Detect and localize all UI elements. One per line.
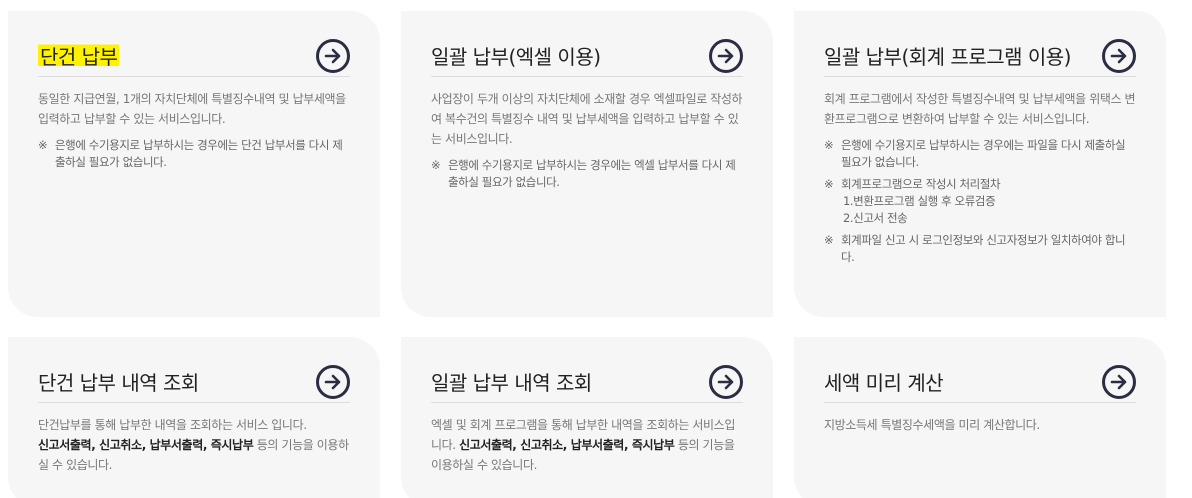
card-title: 일괄 납부(엑셀 이용) — [431, 45, 601, 69]
note-item: ※ 은행에 수기용지로 납부하시는 경우에는 파일을 다시 제출하실 필요가 없습… — [824, 138, 1126, 169]
card-single-payment: 단건 납부 동일한 지급연월, 1개의 자치단체에 특별징수내역 및 납부세액을… — [8, 11, 380, 317]
notes-list: ※ 은행에 수기용지로 납부하시는 경우에는 파일을 다시 제출하실 필요가 없습… — [824, 137, 1136, 266]
service-card-grid: 단건 납부 동일한 지급연월, 1개의 자치단체에 특별징수내역 및 납부세액을… — [0, 0, 1192, 498]
card-tax-precalculation: 세액 미리 계산 지방소득세 특별징수세액을 미리 계산합니다. — [794, 337, 1166, 498]
go-button[interactable] — [709, 38, 743, 73]
card-description: 단건납부를 통해 납부한 내역을 조회하는 서비스 입니다. 신고서출력, 신고취… — [38, 418, 349, 472]
card-header: 일괄 납부 내역 조회 — [431, 361, 743, 403]
card-description: 엑셀 및 회계 프로그램을 통해 납부한 내역을 조회하는 서비스입니다. 신고… — [431, 418, 735, 472]
card-title: 일괄 납부(회계 프로그램 이용) — [824, 45, 1071, 69]
card-title: 세액 미리 계산 — [824, 371, 944, 395]
card-description: 사업장이 두개 이상의 자치단체에 소재할 경우 엑셀파일로 작성하여 복수건의… — [431, 92, 743, 146]
card-bulk-payment-accounting: 일괄 납부(회계 프로그램 이용) 회계 프로그램에서 작성한 특별징수내역 및… — [794, 11, 1166, 317]
go-button[interactable] — [1102, 364, 1136, 399]
go-button[interactable] — [709, 364, 743, 399]
card-title: 일괄 납부 내역 조회 — [431, 371, 592, 395]
card-title: 단건 납부 내역 조회 — [38, 371, 199, 395]
card-title: 단건 납부 — [38, 41, 120, 70]
card-header: 단건 납부 — [38, 35, 350, 77]
go-button[interactable] — [1102, 38, 1136, 73]
arrow-right-icon — [324, 374, 341, 389]
card-header: 일괄 납부(엑셀 이용) — [431, 35, 743, 77]
notes-list: ※ 은행에 수기용지로 납부하시는 경우에는 엑셀 납부서를 다시 제출하실 필요… — [431, 157, 743, 191]
note-item: ※ 은행에 수기용지로 납부하시는 경우에는 단건 납부서를 다시 제출하실 필요… — [38, 138, 343, 169]
go-button[interactable] — [316, 364, 350, 399]
notes-list: ※ 은행에 수기용지로 납부하시는 경우에는 단건 납부서를 다시 제출하실 필요… — [38, 137, 350, 171]
note-item: ※ 은행에 수기용지로 납부하시는 경우에는 엑셀 납부서를 다시 제출하실 필요… — [431, 158, 736, 189]
card-description: 회계 프로그램에서 작성한 특별징수내역 및 납부세액을 위택스 변환프로그램으… — [824, 92, 1136, 126]
arrow-right-icon — [324, 48, 341, 63]
note-item: ※ 회계프로그램으로 작성시 처리절차 1.변환프로그램 실행 후 오류검증 2.신고… — [824, 177, 1001, 225]
arrow-right-icon — [717, 374, 734, 389]
card-header: 세액 미리 계산 — [824, 361, 1136, 403]
arrow-right-icon — [717, 48, 734, 63]
note-item: ※ 회계파일 신고 시 로그인정보와 신고자정보가 일치하여야 합니다. — [824, 233, 1126, 264]
card-header: 일괄 납부(회계 프로그램 이용) — [824, 35, 1136, 77]
arrow-right-icon — [1110, 48, 1127, 63]
card-description: 지방소득세 특별징수세액을 미리 계산합니다. — [824, 418, 1040, 432]
card-header: 단건 납부 내역 조회 — [38, 361, 350, 403]
card-description: 동일한 지급연월, 1개의 자치단체에 특별징수내역 및 납부세액을 입력하고 … — [38, 92, 346, 126]
card-bulk-payment-history: 일괄 납부 내역 조회 엑셀 및 회계 프로그램을 통해 납부한 내역을 조회하… — [401, 337, 773, 498]
arrow-right-icon — [1110, 374, 1127, 389]
go-button[interactable] — [316, 38, 350, 73]
card-single-payment-history: 단건 납부 내역 조회 단건납부를 통해 납부한 내역을 조회하는 서비스 입니… — [8, 337, 380, 498]
card-bulk-payment-excel: 일괄 납부(엑셀 이용) 사업장이 두개 이상의 자치단체에 소재할 경우 엑셀… — [401, 11, 773, 317]
